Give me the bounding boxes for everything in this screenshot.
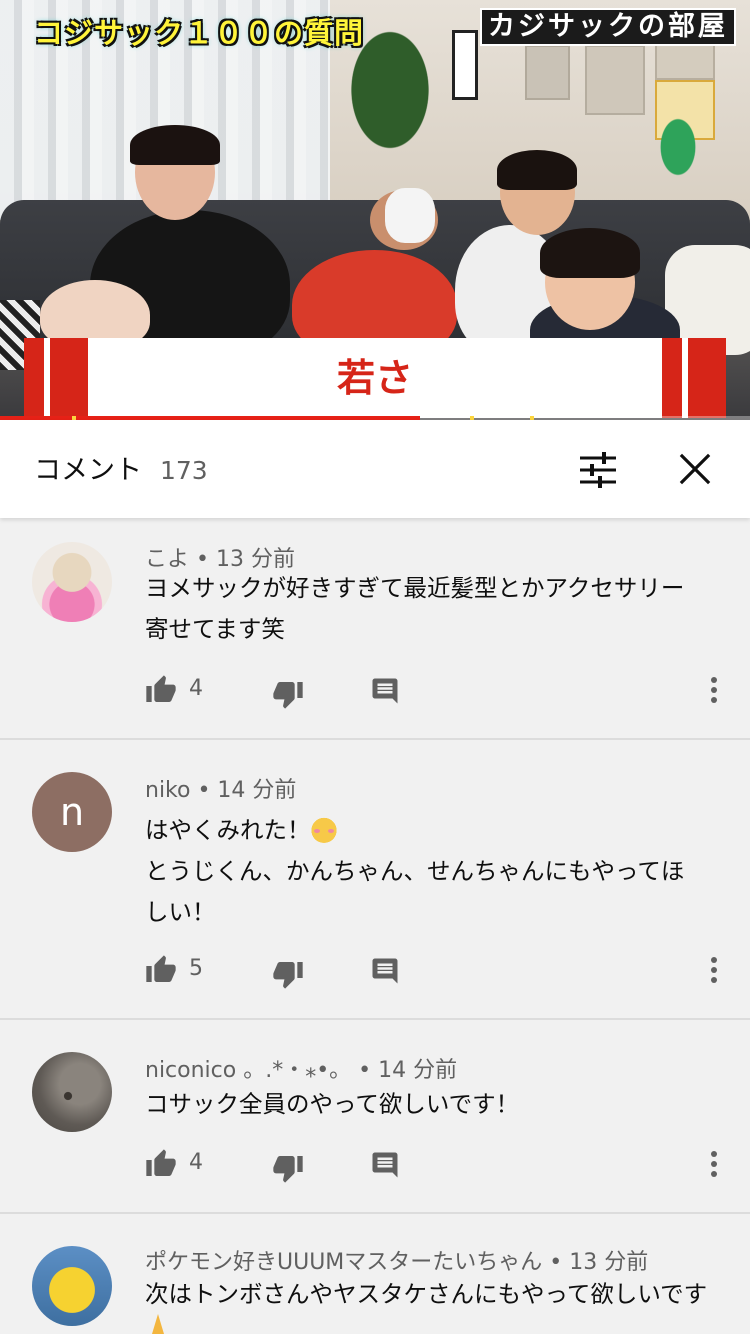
comment-meta: niko • 14 分前 — [145, 778, 297, 803]
video-scene-person-hat — [385, 188, 435, 243]
comment-line: ヨメサックが好きすぎて最近髪型とかアクセサリー — [145, 574, 685, 602]
video-title-overlay: コジサック１００の質問 — [34, 16, 365, 50]
video-scene-shelf — [585, 45, 645, 115]
comments-count: 173 — [160, 456, 208, 485]
comment-actions: 4 — [145, 674, 750, 714]
comment-meta: niconico 。.*・⁎•。 • 14 分前 — [145, 1058, 458, 1083]
folded-hands-icon — [145, 1314, 175, 1334]
video-scene-plant — [330, 30, 450, 180]
comments-title: コメント — [34, 455, 142, 486]
video-channel-overlay: カジサックの部屋 — [480, 8, 736, 46]
comment-meta: ポケモン好きUUUMマスターたいちゃん • 13 分前 — [145, 1250, 649, 1275]
dislike-icon[interactable] — [272, 1152, 304, 1184]
dislike-icon[interactable] — [272, 678, 304, 710]
like-icon[interactable] — [145, 674, 177, 706]
comment-line-text: はやくみれた！ — [145, 816, 311, 844]
like-count: 4 — [189, 676, 203, 701]
comment-body: コサック全員のやって欲しいです！ — [145, 1084, 725, 1125]
video-scene-person-hair — [540, 228, 640, 278]
like-count: 4 — [189, 1150, 203, 1175]
video-scene-figure — [648, 115, 708, 195]
comments-header: コメント 173 — [0, 420, 750, 518]
video-player[interactable]: コジサック１００の質問 カジサックの部屋 若さ — [0, 0, 750, 420]
comment-line: 次はトンボさんやヤスタケさんにもやって欲しいです — [145, 1280, 708, 1308]
close-icon[interactable] — [676, 450, 714, 488]
comment-line: 寄せてます笑 — [145, 615, 285, 643]
comment-item: n niko • 14 分前 はやくみれた！ とうじくん、かんちゃん、せんちゃん… — [0, 740, 750, 1020]
avatar[interactable] — [32, 1246, 112, 1326]
comment-line: コサック全員のやって欲しいです！ — [145, 1090, 520, 1118]
like-icon[interactable] — [145, 1148, 177, 1180]
avatar-letter: n — [59, 790, 85, 834]
dislike-icon[interactable] — [272, 958, 304, 990]
comment-line: とうじくん、かんちゃん、せんちゃんにもやってほ — [145, 857, 685, 885]
like-count: 5 — [189, 956, 203, 981]
comment-item: こよ • 13 分前 ヨメサックが好きすぎて最近髪型とかアクセサリー 寄せてます… — [0, 518, 750, 740]
video-scene-frame — [452, 30, 478, 100]
comment-actions: 5 — [145, 954, 750, 994]
video-scene-shelf — [655, 40, 715, 80]
comment-actions: 4 — [145, 1148, 750, 1188]
smiling-face-with-hearts-icon — [310, 815, 339, 843]
reply-icon[interactable] — [370, 956, 400, 986]
video-caption-bar: 若さ — [24, 338, 726, 418]
comment-body: ヨメサックが好きすぎて最近髪型とかアクセサリー 寄せてます笑 — [145, 568, 725, 650]
reply-icon[interactable] — [370, 676, 400, 706]
comment-list: こよ • 13 分前 ヨメサックが好きすぎて最近髪型とかアクセサリー 寄せてます… — [0, 518, 750, 1334]
comment-line: はやくみれた！ — [145, 810, 725, 851]
comment-body: はやくみれた！ とうじくん、かんちゃん、せんちゃんにもやってほ しい！ — [145, 810, 725, 933]
comment-line: しい！ — [145, 898, 216, 926]
like-icon[interactable] — [145, 954, 177, 986]
more-options-icon[interactable] — [703, 954, 725, 986]
comment-item: ポケモン好きUUUMマスターたいちゃん • 13 分前 次はトンボさんやヤスタケ… — [0, 1214, 750, 1334]
comment-body: 次はトンボさんやヤスタケさんにもやって欲しいです — [145, 1274, 725, 1315]
comment-item: niconico 。.*・⁎•。 • 14 分前 コサック全員のやって欲しいです… — [0, 1020, 750, 1214]
reply-icon[interactable] — [370, 1150, 400, 1180]
video-caption-text: 若さ — [336, 356, 413, 400]
video-scene-person-hair — [130, 125, 220, 165]
video-scene-shelf — [525, 45, 570, 100]
sort-filter-icon[interactable] — [578, 450, 618, 490]
more-options-icon[interactable] — [703, 1148, 725, 1180]
avatar[interactable] — [32, 1052, 112, 1132]
video-scene-person-hair — [497, 150, 577, 190]
avatar[interactable]: n — [32, 772, 112, 852]
avatar[interactable] — [32, 542, 112, 622]
more-options-icon[interactable] — [703, 674, 725, 706]
